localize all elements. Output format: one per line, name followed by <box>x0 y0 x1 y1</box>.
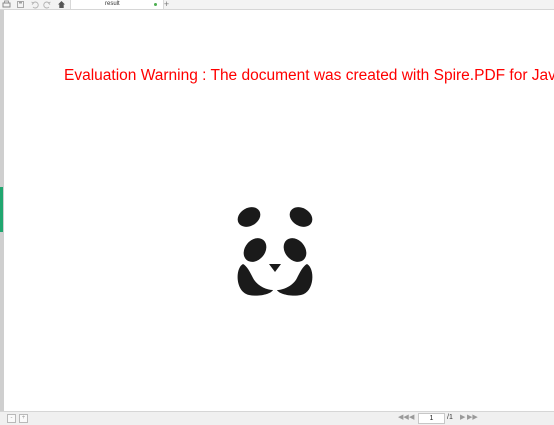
page-number-input[interactable] <box>418 413 445 424</box>
next-page-icon[interactable]: ▶ <box>460 413 465 423</box>
page-total-label: /1 <box>447 414 453 421</box>
document-page: Evaluation Warning : The document was cr… <box>4 10 554 411</box>
home-icon[interactable] <box>57 0 66 9</box>
zoom-out-button[interactable]: - <box>7 414 16 423</box>
redo-icon[interactable] <box>43 0 52 9</box>
document-tab[interactable]: result <box>70 0 164 9</box>
first-page-icon[interactable]: ◀◀ <box>398 413 409 423</box>
evaluation-warning-text: Evaluation Warning : The document was cr… <box>64 67 554 84</box>
tab-title: result <box>105 1 120 7</box>
top-toolbar: result + <box>0 0 554 10</box>
print-icon[interactable] <box>2 0 11 9</box>
undo-icon[interactable] <box>30 0 39 9</box>
new-tab-button[interactable]: + <box>162 0 171 9</box>
previous-page-icon[interactable]: ◀ <box>409 413 414 423</box>
zoom-in-button[interactable]: + <box>19 414 28 423</box>
sidebar-toggle-handle[interactable] <box>0 187 3 232</box>
tab-status-dot <box>154 3 157 6</box>
panda-logo-image <box>237 207 313 296</box>
bottom-status-bar: - + ◀◀ ◀ /1 ▶ ▶▶ <box>0 411 554 425</box>
last-page-icon[interactable]: ▶▶ <box>467 413 478 423</box>
save-icon[interactable] <box>16 0 25 9</box>
